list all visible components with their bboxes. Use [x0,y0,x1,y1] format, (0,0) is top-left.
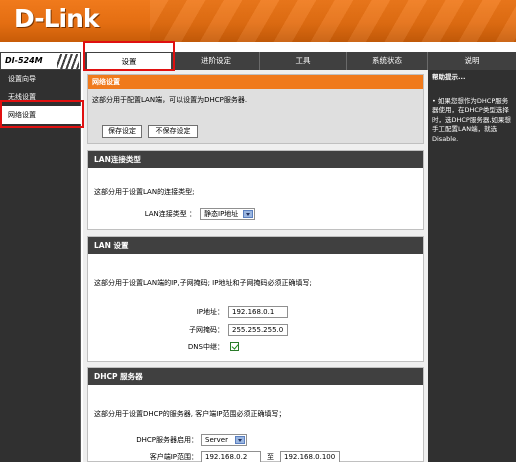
dhcp-server-section: DHCP 服务器 这部分用于设置DHCP的服务器, 客户端IP范围必须正确填写；… [87,367,424,462]
section-header: DHCP 服务器 [88,368,423,385]
subnet-mask-input[interactable]: 255.255.255.0 [228,324,288,336]
section-description: 这部分用于设置DHCP的服务器, 客户端IP范围必须正确填写； [94,410,286,418]
dont-save-button[interactable]: 不保存设定 [148,125,198,138]
chevron-down-icon [243,210,253,218]
subnet-mask-label: 子网掩码： [189,326,224,334]
section-description: 这部分用于设置LAN的连接类型; [94,188,195,196]
section-header: LAN 设置 [88,237,423,254]
ip-address-label: IP地址： [196,308,224,316]
dhcp-enable-value: Server [205,436,228,444]
header-gap [0,42,516,52]
intro-text: 这部分用于配置LAN端，可以设置为DHCP服务器. [92,96,248,104]
lan-settings-section: LAN 设置 这部分用于设置LAN端的IP,子网掩码; IP地址和子网掩码必须正… [87,236,424,362]
help-text: • 如果您想作为DHCP服务器使用，在DHCP类型选择时，选DHCP服务器,如果… [432,96,511,143]
tab-advanced[interactable]: 进阶设定 [173,52,260,70]
sidebar: 设置向导 无线设置 网络设置 [0,70,81,462]
help-panel: 帮助提示... • 如果您想作为DHCP服务器使用，在DHCP类型选择时，选DH… [428,70,516,462]
ip-address-input[interactable]: 192.168.0.1 [228,306,288,318]
client-ip-range-label: 客户端IP范围： [149,453,198,461]
sidebar-item-wizard[interactable]: 设置向导 [0,70,81,88]
lan-type-select[interactable]: 静态IP地址 [200,208,255,220]
lan-type-label: LAN连接类型 ： [144,210,196,218]
range-separator: 至 [267,453,274,461]
tab-status[interactable]: 系统状态 [347,52,428,70]
model-badge: DI-524M [0,52,81,70]
network-settings-intro: 网络设置 这部分用于配置LAN端，可以设置为DHCP服务器. 保存设定 不保存设… [87,74,424,144]
intro-title: 网络设置 [88,75,423,89]
model-label: DI-524M [5,56,43,65]
section-header: LAN连接类型 [88,151,423,168]
model-stripes-decoration [57,54,79,69]
dhcp-enable-label: DHCP服务器启用： [136,436,198,444]
router-admin-page: D-Link DI-524M 设置 进阶设定 工具 系统状态 说明 设置向导 无… [0,0,516,462]
main-content: 网络设置 这部分用于配置LAN端，可以设置为DHCP服务器. 保存设定 不保存设… [83,70,428,462]
header-banner: D-Link [0,0,516,42]
ip-range-end-input[interactable]: 192.168.0.100 [280,451,340,462]
ip-range-start-input[interactable]: 192.168.0.2 [201,451,261,462]
dhcp-enable-select[interactable]: Server [201,434,247,446]
tab-tools[interactable]: 工具 [260,52,347,70]
banner-stripe-decoration [150,0,516,42]
chevron-down-icon [235,436,245,444]
tab-help[interactable]: 说明 [428,52,516,70]
lan-type-value: 静态IP地址 [204,210,239,218]
dns-relay-label: DNS中继： [187,343,224,351]
lan-connection-type-section: LAN连接类型 这部分用于设置LAN的连接类型; LAN连接类型 ： 静态IP地… [87,150,424,230]
highlight-box-network-settings [0,100,84,128]
save-button[interactable]: 保存设定 [102,125,142,138]
section-description: 这部分用于设置LAN端的IP,子网掩码; IP地址和子网掩码必须正确填写; [94,279,312,287]
dlink-logo: D-Link [14,4,100,33]
dns-relay-checkbox[interactable] [230,342,239,351]
highlight-box-setup-tab [83,41,175,71]
help-title: 帮助提示... [432,73,466,81]
